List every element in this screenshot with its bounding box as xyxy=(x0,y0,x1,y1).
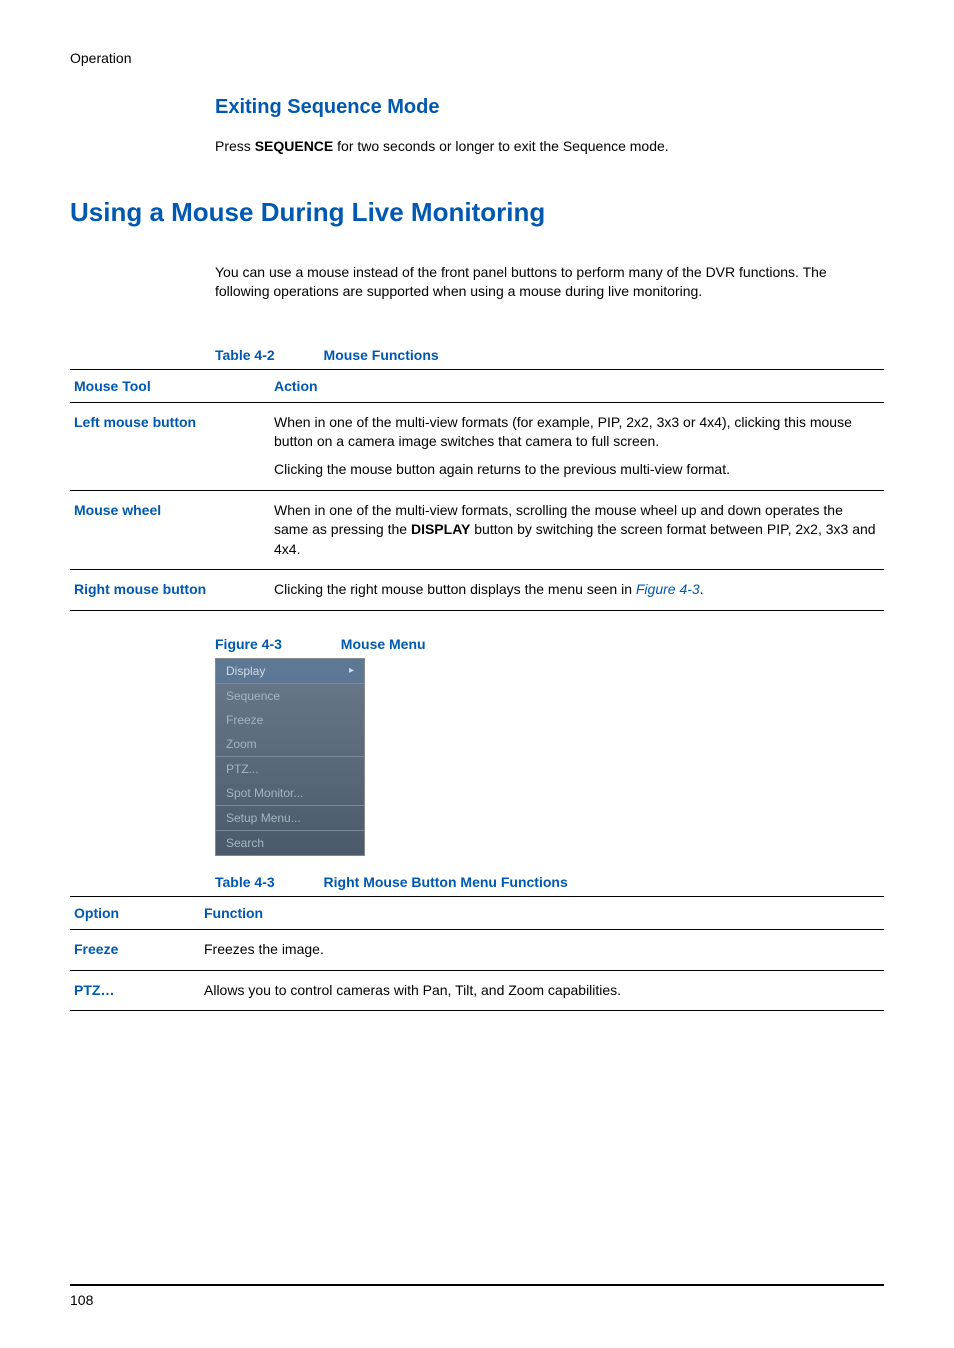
figure-4-3-title: Mouse Menu xyxy=(341,636,426,652)
right-mouse-label: Right mouse button xyxy=(70,570,270,611)
mouse-wheel-label: Mouse wheel xyxy=(70,490,270,570)
menu-display: Display ▸ xyxy=(216,659,364,683)
col-action: Action xyxy=(270,369,884,402)
exit-text-prefix: Press xyxy=(215,138,255,154)
menu-spot-monitor: Spot Monitor... xyxy=(216,781,364,805)
right-mouse-menu-table: Option Function Freeze Freezes the image… xyxy=(70,896,884,1011)
right-p1-prefix: Clicking the right mouse button displays… xyxy=(274,581,636,597)
figure-4-3-caption: Figure 4-3 Mouse Menu xyxy=(215,636,884,652)
right-mouse-action: Clicking the right mouse button displays… xyxy=(270,570,884,611)
table-row: Freeze Freezes the image. xyxy=(70,929,884,970)
col-function: Function xyxy=(200,896,884,929)
exit-text-suffix: for two seconds or longer to exit the Se… xyxy=(333,138,668,154)
using-mouse-heading: Using a Mouse During Live Monitoring xyxy=(70,197,884,228)
freeze-function: Freezes the image. xyxy=(200,929,884,970)
table-4-3-label: Table 4-3 xyxy=(215,874,275,890)
left-mouse-action: When in one of the multi-view formats (f… xyxy=(270,402,884,490)
menu-zoom: Zoom xyxy=(216,732,364,756)
menu-search: Search xyxy=(216,831,364,855)
section-header-label: Operation xyxy=(70,50,884,66)
menu-sequence: Sequence xyxy=(216,684,364,708)
table-4-2-caption: Table 4-2 Mouse Functions xyxy=(215,347,884,363)
mouse-wheel-action: When in one of the multi-view formats, s… xyxy=(270,490,884,570)
table-row: Right mouse button Clicking the right mo… xyxy=(70,570,884,611)
table-row: Left mouse button When in one of the mul… xyxy=(70,402,884,490)
right-p1-suffix: . xyxy=(700,581,704,597)
menu-setup: Setup Menu... xyxy=(216,806,364,830)
col-mouse-tool: Mouse Tool xyxy=(70,369,270,402)
menu-ptz: PTZ... xyxy=(216,757,364,781)
left-mouse-p2: Clicking the mouse button again returns … xyxy=(274,452,880,480)
table-row: Mouse wheel When in one of the multi-vie… xyxy=(70,490,884,570)
col-option: Option xyxy=(70,896,200,929)
mouse-menu-figure: Display ▸ Sequence Freeze Zoom PTZ... Sp… xyxy=(215,658,365,856)
table-4-2-title: Mouse Functions xyxy=(324,347,439,363)
table-4-3-caption: Table 4-3 Right Mouse Button Menu Functi… xyxy=(215,874,884,890)
chevron-right-icon: ▸ xyxy=(349,665,354,676)
figure-4-3-link[interactable]: Figure 4-3 xyxy=(636,581,700,597)
exiting-sequence-text: Press SEQUENCE for two seconds or longer… xyxy=(215,137,884,157)
ptz-option: PTZ… xyxy=(70,970,200,1011)
left-mouse-p1: When in one of the multi-view formats (f… xyxy=(274,414,852,450)
page-footer: 108 xyxy=(70,1284,884,1308)
left-mouse-label: Left mouse button xyxy=(70,402,270,490)
page-number: 108 xyxy=(70,1292,93,1308)
table-4-2-label: Table 4-2 xyxy=(215,347,275,363)
freeze-option: Freeze xyxy=(70,929,200,970)
ptz-function: Allows you to control cameras with Pan, … xyxy=(200,970,884,1011)
using-mouse-intro: You can use a mouse instead of the front… xyxy=(215,263,884,302)
exiting-sequence-heading: Exiting Sequence Mode xyxy=(215,96,884,119)
menu-freeze: Freeze xyxy=(216,708,364,732)
exit-text-bold: SEQUENCE xyxy=(255,138,334,154)
wheel-p1-bold: DISPLAY xyxy=(411,521,470,537)
mouse-functions-table: Mouse Tool Action Left mouse button When… xyxy=(70,369,884,611)
table-4-3-title: Right Mouse Button Menu Functions xyxy=(324,874,568,890)
menu-display-label: Display xyxy=(226,664,265,678)
table-row: PTZ… Allows you to control cameras with … xyxy=(70,970,884,1011)
figure-4-3-label: Figure 4-3 xyxy=(215,636,282,652)
